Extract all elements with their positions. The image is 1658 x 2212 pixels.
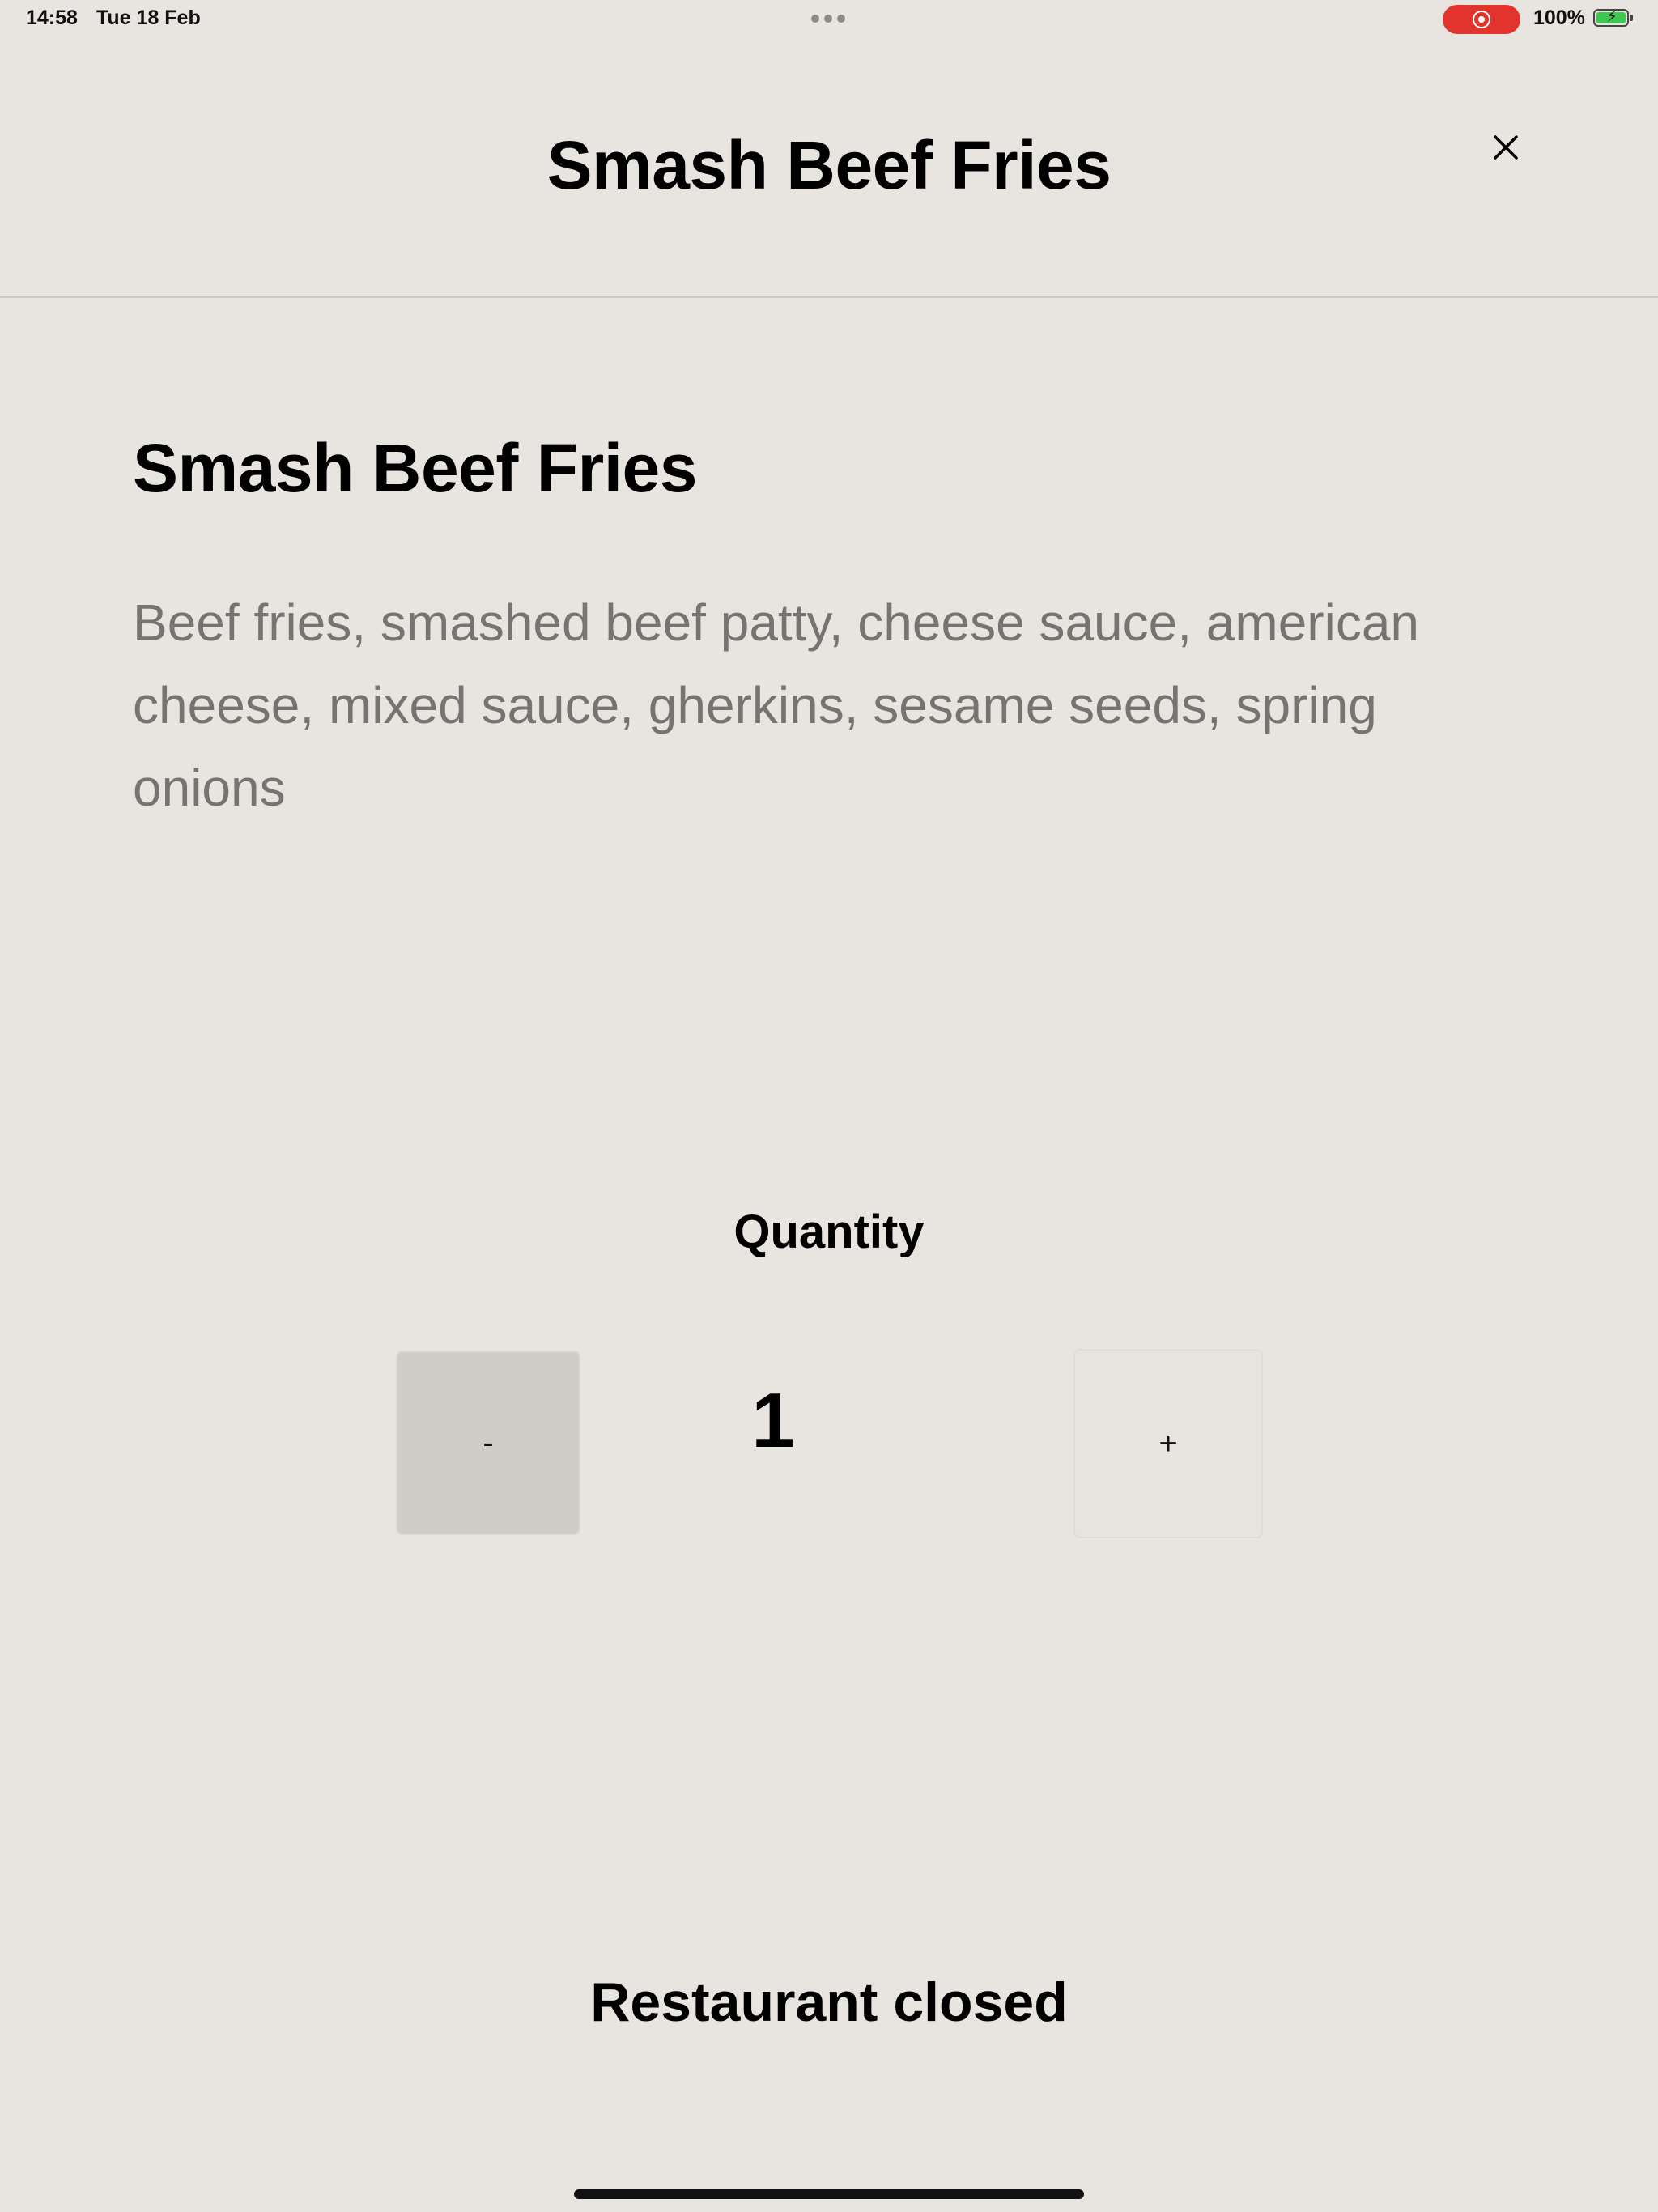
modal-header: Smash Beef Fries: [0, 39, 1658, 298]
home-indicator[interactable]: [574, 2189, 1084, 2199]
screen-recording-icon[interactable]: [1443, 5, 1520, 34]
battery-percentage: 100%: [1533, 6, 1585, 29]
multitasking-dots-icon[interactable]: [811, 15, 845, 23]
item-description: Beef fries, smashed beef patty, cheese s…: [133, 593, 1419, 817]
plus-label: +: [1158, 1425, 1178, 1461]
status-time: 14:58: [26, 6, 78, 29]
increase-quantity-button[interactable]: +: [1073, 1349, 1263, 1538]
status-date: Tue 18 Feb: [96, 6, 201, 29]
battery-icon: ⚡: [1593, 9, 1633, 27]
restaurant-status-message: Restaurant closed: [590, 1972, 1068, 2033]
quantity-value: 1: [751, 1377, 795, 1464]
status-bar: 14:58 Tue 18 Feb 100% ⚡: [0, 0, 1658, 39]
header-title: Smash Beef Fries: [546, 127, 1112, 203]
item-title: Smash Beef Fries: [133, 430, 697, 506]
close-button[interactable]: [1486, 128, 1525, 167]
close-icon: [1494, 135, 1518, 160]
minus-label: -: [483, 1424, 494, 1461]
quantity-label: Quantity: [733, 1206, 925, 1258]
decrease-quantity-button[interactable]: -: [396, 1351, 580, 1535]
